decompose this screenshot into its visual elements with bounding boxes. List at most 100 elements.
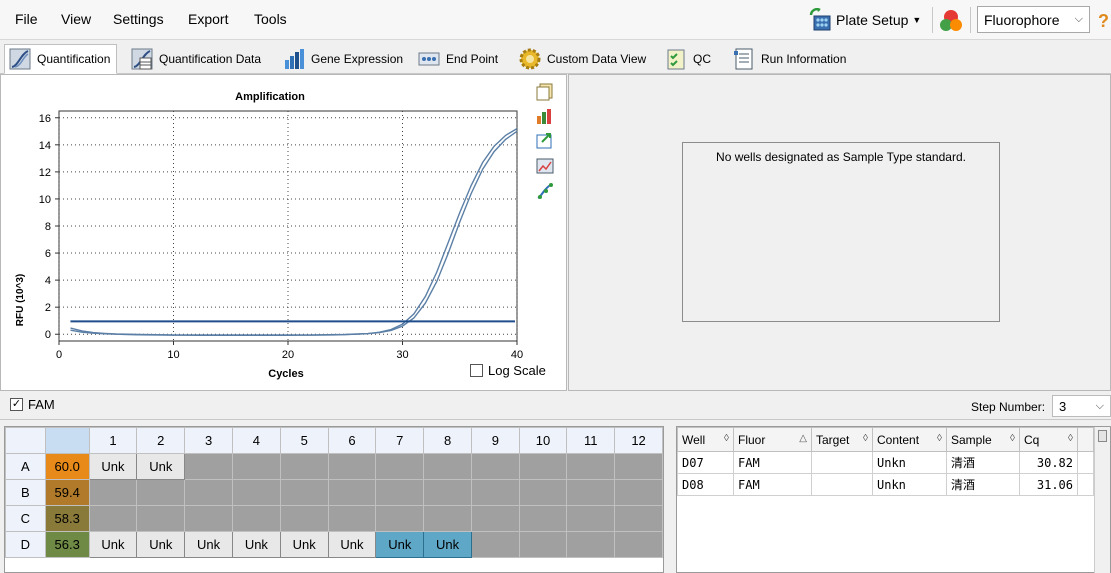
plate-well[interactable] bbox=[566, 453, 616, 480]
plate-well[interactable]: Unk bbox=[327, 531, 377, 558]
tab-qc[interactable]: QC bbox=[660, 44, 718, 74]
plate-column-header[interactable]: 8 bbox=[423, 427, 472, 454]
amplification-chart[interactable]: Amplification Cycles RFU (10^3) 0 2 4 6 8 10 1… bbox=[1, 75, 568, 392]
results-column-header[interactable]: Cq ◊ bbox=[1019, 427, 1078, 452]
step-number-select[interactable]: 3 ⌵ bbox=[1052, 395, 1111, 417]
tab-quantification-data[interactable]: Quantification Data bbox=[126, 44, 268, 74]
plate-well[interactable]: Unk bbox=[88, 531, 138, 558]
plate-well[interactable]: Unk bbox=[423, 531, 472, 558]
plate-well[interactable] bbox=[279, 453, 329, 480]
plate-well[interactable] bbox=[88, 479, 138, 506]
plate-well[interactable] bbox=[279, 479, 329, 506]
sort-icon[interactable]: ◊ bbox=[863, 433, 868, 444]
plate-well[interactable] bbox=[423, 453, 472, 480]
tab-quantification[interactable]: Quantification bbox=[4, 44, 118, 74]
plate-well[interactable] bbox=[614, 505, 663, 532]
results-column-header[interactable]: Sample ◊ bbox=[946, 427, 1020, 452]
plate-column-header[interactable]: 1 bbox=[88, 427, 138, 454]
plate-well[interactable]: Unk bbox=[279, 531, 329, 558]
plate-column-header[interactable]: 10 bbox=[518, 427, 568, 454]
plate-well[interactable]: Unk bbox=[88, 453, 138, 480]
plate-well[interactable] bbox=[231, 479, 281, 506]
sort-icon[interactable]: ◊ bbox=[937, 433, 942, 444]
chart-options-icon[interactable] bbox=[536, 107, 554, 125]
menu-export[interactable]: Export bbox=[188, 11, 228, 27]
plate-well[interactable] bbox=[518, 531, 568, 558]
plate-well[interactable] bbox=[518, 505, 568, 532]
plate-well[interactable] bbox=[136, 479, 186, 506]
plate-well[interactable] bbox=[231, 453, 281, 480]
scroll-up-icon[interactable] bbox=[1098, 430, 1107, 442]
plate-well[interactable] bbox=[566, 531, 616, 558]
plate-well[interactable] bbox=[327, 479, 377, 506]
plate-well[interactable] bbox=[470, 531, 520, 558]
plate-column-header[interactable]: 5 bbox=[279, 427, 329, 454]
plate-column-header[interactable]: 2 bbox=[136, 427, 186, 454]
sort-icon[interactable]: ◊ bbox=[1068, 433, 1073, 444]
plate-well[interactable] bbox=[614, 531, 663, 558]
fluorophore-select[interactable]: Fluorophore ⌵ bbox=[977, 6, 1090, 33]
plate-row-header[interactable]: C bbox=[5, 505, 46, 532]
plate-well[interactable] bbox=[470, 505, 520, 532]
menu-tools[interactable]: Tools bbox=[254, 11, 287, 27]
plate-well[interactable]: Unk bbox=[184, 531, 233, 558]
plate-well[interactable]: Unk bbox=[375, 531, 425, 558]
plate-column-header[interactable]: 7 bbox=[375, 427, 425, 454]
plate-well[interactable] bbox=[88, 505, 138, 532]
tab-run-information[interactable]: Run Information bbox=[728, 44, 853, 74]
sort-icon[interactable]: △ bbox=[799, 433, 807, 444]
plate-column-header[interactable]: 12 bbox=[614, 427, 663, 454]
select-all-wells[interactable] bbox=[44, 427, 90, 454]
sort-icon[interactable]: ◊ bbox=[1010, 433, 1015, 444]
plate-column-header[interactable]: 11 bbox=[566, 427, 616, 454]
plate-well[interactable] bbox=[184, 505, 233, 532]
plate-well[interactable] bbox=[375, 505, 425, 532]
plate-well[interactable] bbox=[423, 505, 472, 532]
tab-custom-data-view[interactable]: Custom Data View bbox=[514, 44, 653, 74]
plate-well[interactable] bbox=[375, 453, 425, 480]
results-column-header[interactable]: Target ◊ bbox=[811, 427, 873, 452]
plate-well[interactable] bbox=[279, 505, 329, 532]
tab-gene-expression[interactable]: Gene Expression bbox=[278, 44, 410, 74]
results-column-header[interactable]: Content ◊ bbox=[872, 427, 947, 452]
plate-well[interactable] bbox=[423, 479, 472, 506]
plate-well[interactable] bbox=[136, 505, 186, 532]
log-scale-checkbox[interactable] bbox=[470, 364, 483, 377]
plate-well[interactable] bbox=[470, 453, 520, 480]
log-scale-toggle[interactable]: Log Scale bbox=[470, 363, 546, 378]
plate-column-header[interactable]: 6 bbox=[327, 427, 377, 454]
fam-toggle[interactable]: ✓ FAM bbox=[10, 397, 55, 412]
results-column-header[interactable]: Fluor △ bbox=[733, 427, 812, 452]
plate-setup-button[interactable]: Plate Setup ▼ bbox=[808, 6, 921, 34]
plate-well[interactable] bbox=[566, 505, 616, 532]
plate-row-header[interactable]: B bbox=[5, 479, 46, 506]
plate-column-header[interactable]: 3 bbox=[184, 427, 233, 454]
sort-icon[interactable]: ◊ bbox=[724, 433, 729, 444]
plate-well[interactable] bbox=[518, 479, 568, 506]
results-row[interactable]: D08 FAM Unkn 清酒 31.06 bbox=[677, 473, 1094, 496]
plate-well[interactable] bbox=[327, 453, 377, 480]
zoom-chart-icon[interactable] bbox=[536, 157, 554, 175]
menu-file[interactable]: File bbox=[15, 11, 38, 27]
plate-well[interactable] bbox=[566, 479, 616, 506]
curve-fit-icon[interactable] bbox=[536, 182, 554, 200]
menu-settings[interactable]: Settings bbox=[113, 11, 164, 27]
plate-well[interactable]: Unk bbox=[136, 453, 186, 480]
color-palette-icon[interactable] bbox=[938, 8, 964, 34]
plate-well[interactable] bbox=[327, 505, 377, 532]
results-scrollbar[interactable] bbox=[1094, 427, 1110, 573]
menu-view[interactable]: View bbox=[61, 11, 91, 27]
plate-well[interactable] bbox=[614, 479, 663, 506]
plate-column-header[interactable]: 4 bbox=[231, 427, 281, 454]
plate-well[interactable] bbox=[470, 479, 520, 506]
fam-checkbox[interactable]: ✓ bbox=[10, 398, 23, 411]
plate-well[interactable] bbox=[184, 479, 233, 506]
plate-well[interactable] bbox=[614, 453, 663, 480]
results-row[interactable]: D07 FAM Unkn 清酒 30.82 bbox=[677, 451, 1094, 474]
plate-well[interactable] bbox=[231, 505, 281, 532]
plate-row-header[interactable]: D bbox=[5, 531, 46, 558]
plate-column-header[interactable]: 9 bbox=[470, 427, 520, 454]
plate-well[interactable]: Unk bbox=[136, 531, 186, 558]
plate-well[interactable]: Unk bbox=[231, 531, 281, 558]
help-icon[interactable]: ? bbox=[1098, 10, 1111, 32]
